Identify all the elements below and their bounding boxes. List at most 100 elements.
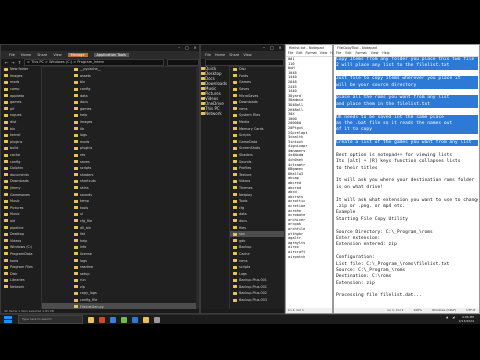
close-icon[interactable]: ×	[191, 45, 199, 51]
file-row[interactable]: setup	[42, 270, 199, 277]
file-row[interactable]: Themes	[230, 185, 284, 192]
menu-item[interactable]: File	[288, 51, 293, 56]
nav-item[interactable]: Music	[1, 211, 41, 218]
nav-item[interactable]: games	[1, 99, 41, 106]
file-row[interactable]: cfg_file	[42, 218, 199, 225]
windows-start-icon[interactable]	[4, 315, 12, 324]
address-bar[interactable]: > This PC > Windows (C:) > Program_Inter…	[24, 59, 164, 66]
ribbon-tab-home[interactable]: Home	[21, 53, 31, 57]
minimize-icon[interactable]: –	[260, 45, 268, 51]
nav-item[interactable]: jimmy	[1, 185, 41, 192]
nav-item[interactable]: Windows (C:)	[1, 244, 41, 251]
file-row[interactable]: data	[42, 92, 199, 99]
menu-item[interactable]: View	[371, 51, 379, 56]
nav-item[interactable]: Network	[201, 111, 229, 116]
file-row[interactable]: docs	[230, 218, 284, 225]
menu-item[interactable]: Edit	[345, 51, 351, 56]
file-row[interactable]: docs	[42, 99, 199, 106]
file-row[interactable]: MicroSaves	[230, 92, 284, 99]
nav-item[interactable]: Images	[1, 73, 41, 80]
maximize-icon[interactable]: □	[183, 45, 191, 51]
file-row[interactable]: shaders	[42, 172, 199, 179]
file-row[interactable]: Backup.Plus.002	[230, 290, 284, 297]
menu-item[interactable]: View	[320, 51, 328, 56]
file-row[interactable]: sav	[230, 230, 284, 238]
file-row[interactable]: ScreenShots	[230, 145, 284, 152]
file-row[interactable]: sounds	[42, 191, 199, 198]
nav-item[interactable]: mods	[1, 79, 41, 86]
nav-item[interactable]: comp	[1, 86, 41, 93]
taskbar-app-icon[interactable]	[143, 316, 149, 323]
file-explorer-window-main[interactable]: – □ × File Home Share View Manage Applic…	[0, 44, 200, 314]
file-row[interactable]: Saves	[230, 86, 284, 93]
file-row[interactable]: config_file	[42, 297, 199, 304]
file-row[interactable]: help	[42, 237, 199, 244]
taskbar-app-icon[interactable]	[99, 316, 105, 323]
nav-item[interactable]: ProgramData	[1, 251, 41, 258]
nav-item[interactable]: dist	[1, 119, 41, 126]
clock[interactable]: 4:06 PM 2/13/2024	[459, 315, 474, 323]
nav-item[interactable]: Program Files	[1, 264, 41, 271]
file-row[interactable]: roms	[230, 257, 284, 264]
file-row[interactable]: Downloads	[230, 99, 284, 106]
nav-item[interactable]: bin	[1, 125, 41, 132]
file-row[interactable]: config	[42, 86, 199, 93]
file-row[interactable]: gdb	[230, 237, 284, 244]
nav-item[interactable]: New folder	[1, 66, 41, 73]
file-row[interactable]: skins	[42, 185, 199, 192]
nav-item[interactable]: Videos	[1, 237, 41, 244]
file-row[interactable]: Sounds	[230, 158, 284, 165]
file-row[interactable]: scripts	[230, 264, 284, 271]
file-row[interactable]: games	[42, 106, 199, 113]
nav-item[interactable]: old	[1, 218, 41, 225]
nav-item[interactable]: plugins	[1, 139, 41, 146]
nav-item[interactable]: Network	[1, 284, 41, 291]
file-row[interactable]: Fonts	[230, 73, 284, 80]
ribbon-tab-view[interactable]: View	[53, 53, 61, 57]
file-row[interactable]: data	[230, 211, 284, 218]
nav-item[interactable]: Gamesaves	[1, 191, 41, 198]
notepad2-text-area[interactable]: Copy Items from any folder you place thi…	[336, 57, 478, 307]
file-row[interactable]: System Files	[230, 112, 284, 119]
file-row[interactable]: GameData	[230, 139, 284, 146]
taskbar-search-input[interactable]: Type here to search	[18, 315, 83, 324]
file-row[interactable]: Memory Cards	[230, 125, 284, 132]
file-row[interactable]: scripts	[42, 165, 199, 172]
file-row[interactable]: Tools	[230, 198, 284, 205]
file-row[interactable]: help	[42, 112, 199, 119]
file-row[interactable]: Texture	[230, 172, 284, 179]
file-row[interactable]: dll_bin	[42, 224, 199, 231]
maximize-icon[interactable]: □	[268, 45, 276, 51]
file-row[interactable]: Scripts	[230, 132, 284, 139]
ribbon-tab-file[interactable]: File	[9, 53, 15, 57]
nav-item[interactable]: config	[1, 158, 41, 165]
file-list[interactable]: __pycache__ assets bin config data docs games h…	[42, 66, 199, 309]
file-row[interactable]: saves	[42, 158, 199, 165]
navigation-pane[interactable]: Quick Desktop Docs Downloads Music Pictures Vi…	[201, 66, 230, 309]
file-row[interactable]: Videos	[230, 178, 284, 185]
file-row[interactable]: info	[42, 244, 199, 251]
file-row[interactable]: Backup	[230, 244, 284, 251]
forward-arrow-icon[interactable]: →	[11, 60, 14, 65]
close-icon[interactable]: ×	[276, 45, 284, 51]
file-row[interactable]: Profiles	[230, 165, 284, 172]
menu-item[interactable]: Format	[306, 51, 317, 56]
search-input[interactable]	[167, 59, 199, 66]
taskbar-app-icon[interactable]	[154, 316, 160, 323]
taskbar-app-icon[interactable]	[110, 316, 116, 323]
network-icon[interactable]: ▲	[446, 315, 448, 323]
file-row[interactable]: logs	[42, 257, 199, 264]
file-row[interactable]: Logs	[230, 270, 284, 277]
file-explorer-window-secondary[interactable]: – □ × File Home Share View Quick Desktop D…	[200, 44, 285, 314]
file-row[interactable]: files	[230, 224, 284, 231]
file-row[interactable]: roms	[230, 106, 284, 113]
back-arrow-icon[interactable]: ←	[5, 60, 8, 65]
nav-item[interactable]: Downloads	[1, 178, 41, 185]
file-row[interactable]: list	[42, 231, 199, 238]
ribbon-tab-manage[interactable]: Manage	[67, 53, 88, 57]
file-row[interactable]: Netplay	[230, 191, 284, 198]
menu-item[interactable]: Format	[356, 51, 367, 56]
file-row[interactable]: assets	[42, 73, 199, 80]
file-row[interactable]: mods	[42, 139, 199, 146]
notepad-window-filelist[interactable]: filelist.txt - Notepad File Edit Format Vie…	[285, 44, 338, 314]
